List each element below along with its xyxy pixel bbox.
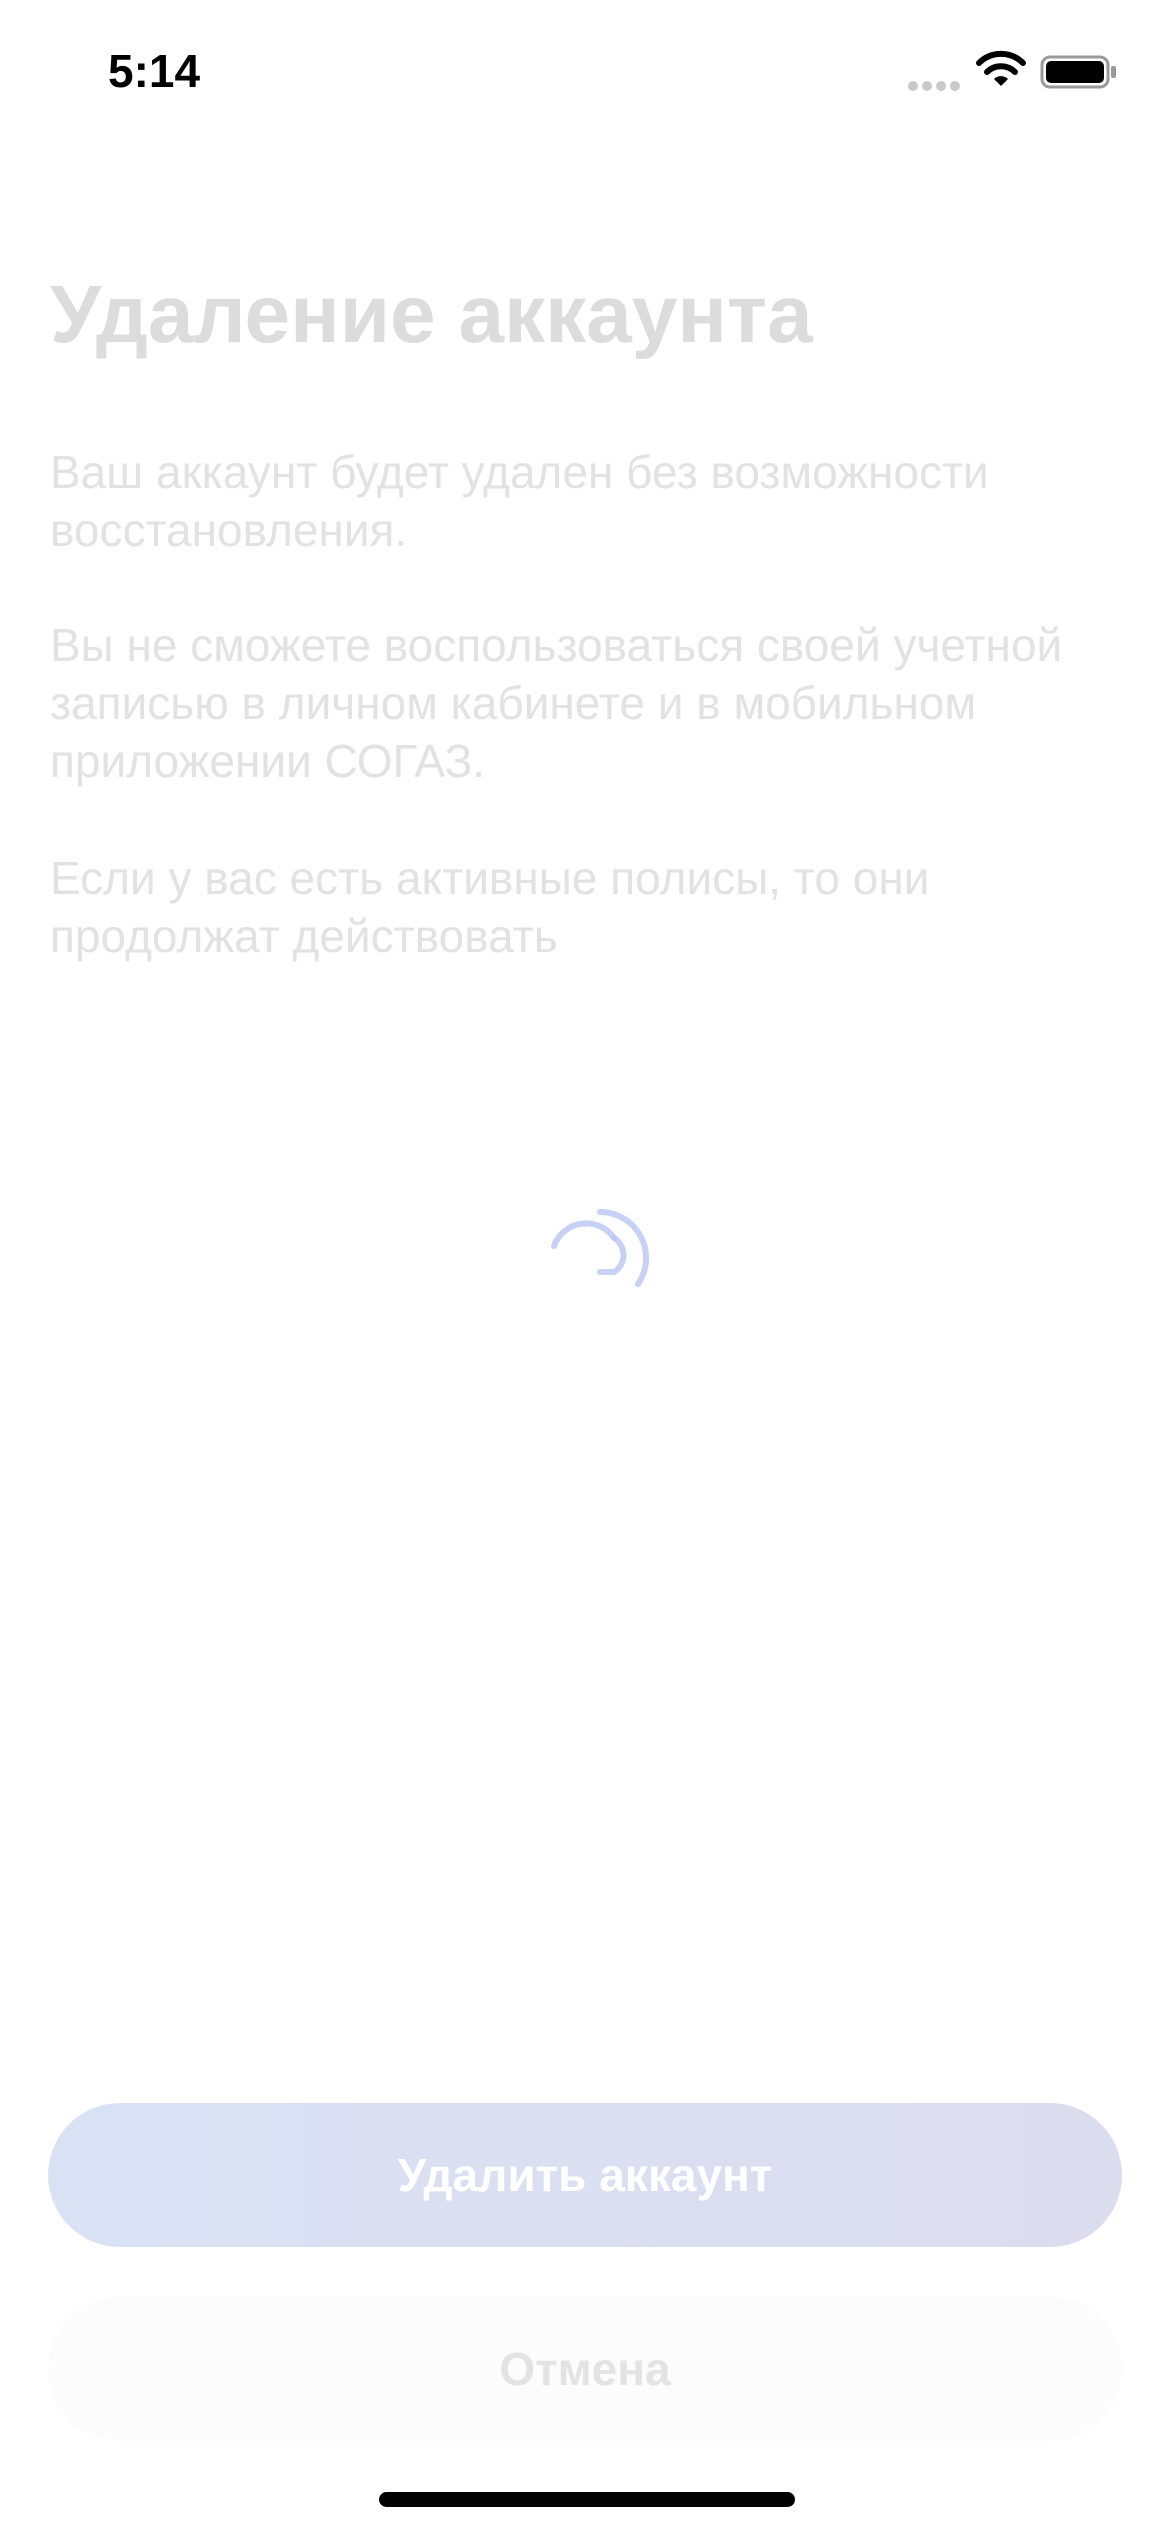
- status-bar: 5:14: [0, 0, 1170, 150]
- info-paragraph-1: Ваш аккаунт будет удален без возможности…: [50, 446, 989, 556]
- page-title: Удаление аккаунта: [50, 269, 813, 360]
- loading-spinner-icon: [551, 1208, 650, 1287]
- cancel-button[interactable]: Отмена: [48, 2297, 1122, 2441]
- home-indicator: [379, 2492, 795, 2507]
- wifi-icon: [976, 50, 1026, 86]
- status-time: 5:14: [108, 45, 201, 97]
- battery-icon: [1040, 55, 1116, 89]
- info-paragraph-3: Если у вас есть активные полисы, то они …: [50, 852, 930, 962]
- delete-account-button[interactable]: Удалить аккаунт: [48, 2103, 1122, 2247]
- signal-dots-icon: [908, 81, 960, 91]
- info-paragraph-2: Вы не сможете воспользоваться своей учет…: [50, 619, 1063, 787]
